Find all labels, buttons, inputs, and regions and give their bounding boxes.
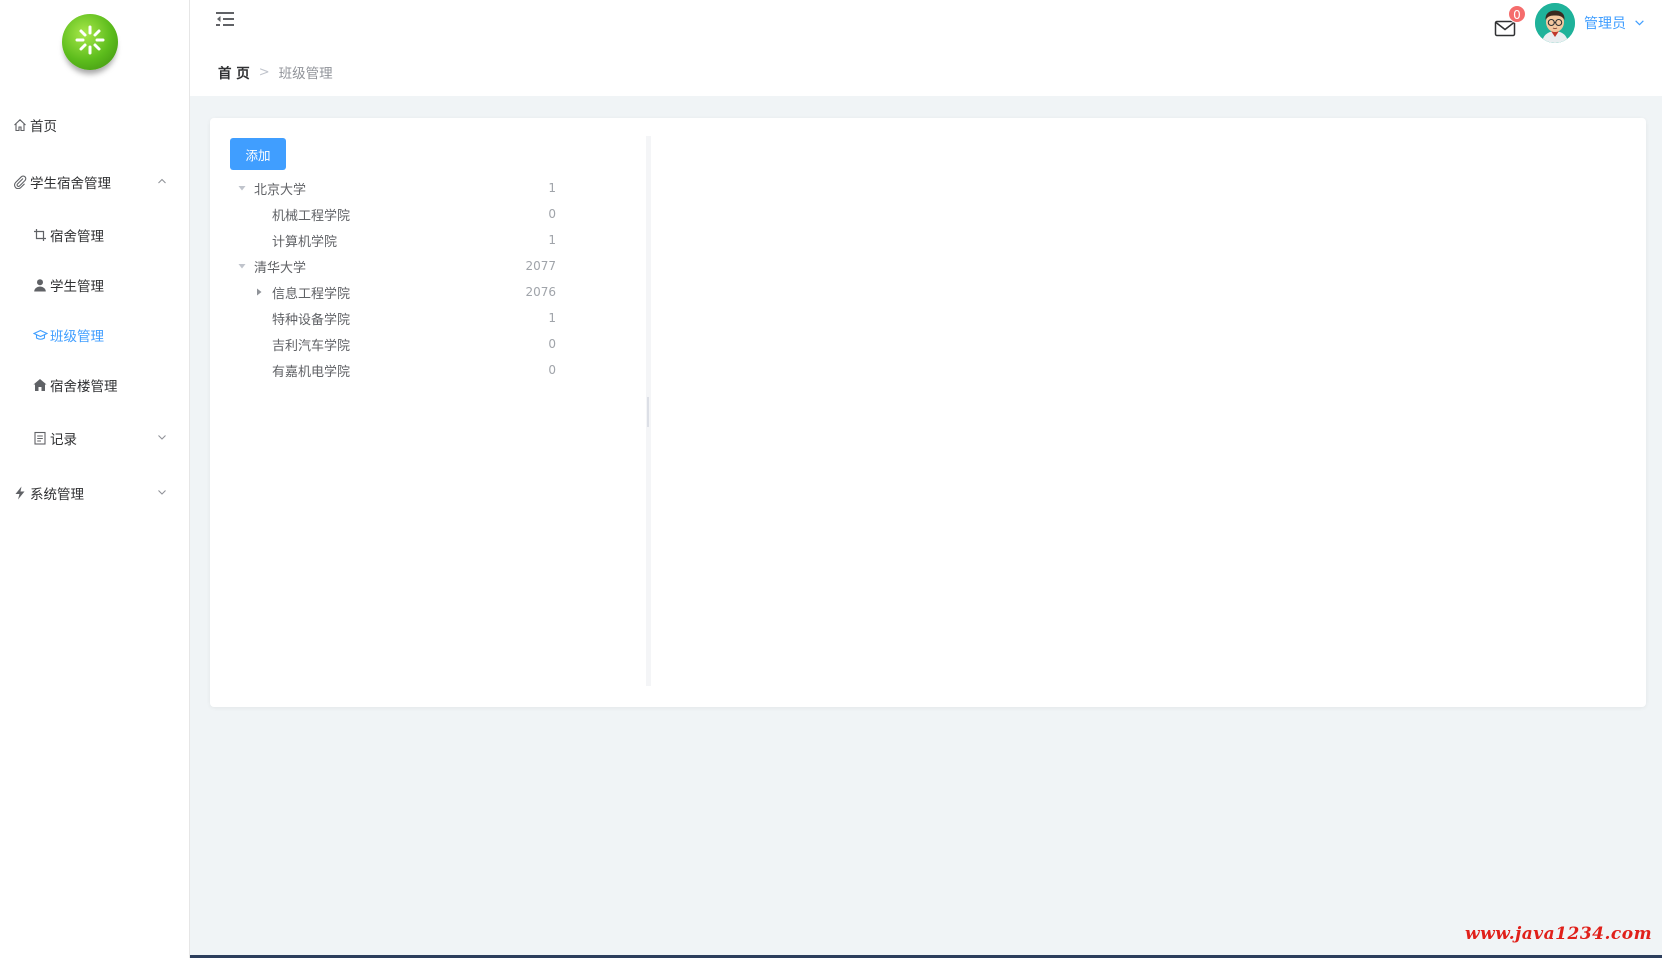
sidebar-item-label: 宿舍楼管理 [50, 379, 118, 395]
paperclip-icon [12, 174, 28, 190]
tree-node-count: 1 [548, 233, 556, 247]
sidebar-item-records[interactable]: 记录 [0, 418, 189, 458]
tree-node[interactable]: 信息工程学院 2076 [230, 279, 570, 305]
add-button[interactable]: 添加 [230, 138, 286, 170]
tree-node-label: 吉利汽车学院 [272, 338, 351, 354]
menu-toggle-icon[interactable] [214, 10, 236, 30]
tree-node-count: 2076 [525, 285, 556, 299]
house-icon [32, 377, 48, 393]
sidebar-item-system[interactable]: 系统管理 [0, 473, 189, 513]
tree-node-count: 1 [548, 311, 556, 325]
sidebar-item-class[interactable]: 班级管理 [0, 315, 189, 355]
sidebar-item-dorm-group[interactable]: 学生宿舍管理 [0, 162, 189, 202]
split-divider[interactable] [646, 136, 651, 686]
header: 首 页 > 班级管理 [190, 0, 1662, 96]
tree-node-label: 信息工程学院 [272, 286, 351, 302]
document-icon [32, 430, 48, 446]
tree-node[interactable]: 清华大学 2077 [230, 253, 570, 279]
avatar[interactable] [1535, 3, 1575, 43]
sidebar-item-label: 学生管理 [50, 279, 104, 295]
tree-node-label: 清华大学 [254, 260, 307, 276]
chevron-down-icon [157, 430, 167, 446]
home-icon [12, 117, 28, 133]
tree-node[interactable]: 机械工程学院 0 [230, 201, 570, 227]
sun-logo-icon [62, 14, 118, 70]
username[interactable]: 管理员 [1584, 13, 1626, 33]
sidebar-item-student[interactable]: 学生管理 [0, 265, 189, 305]
breadcrumb-current: 班级管理 [278, 66, 333, 82]
tree-node-count: 1 [548, 181, 556, 195]
tree-node[interactable]: 特种设备学院 1 [230, 305, 570, 331]
tree-node[interactable]: 计算机学院 1 [230, 227, 570, 253]
tree-node-label: 北京大学 [254, 182, 307, 198]
tree-node-count: 0 [548, 207, 556, 221]
lightning-icon [12, 485, 28, 501]
split-handle[interactable] [647, 397, 649, 427]
main-card: 添加 北京大学 1 机械工程学院 0 计算机学院 1 清华大学 2077 信息工… [210, 118, 1646, 707]
watermark: www.java1234.com [1465, 924, 1653, 944]
sidebar-item-building[interactable]: 宿舍楼管理 [0, 365, 189, 405]
sidebar-item-label: 系统管理 [30, 487, 84, 503]
sidebar-item-home[interactable]: 首页 [0, 105, 189, 145]
tree-node-count: 2077 [525, 259, 556, 273]
breadcrumb-separator-icon: > [258, 64, 270, 80]
graduation-icon [32, 327, 48, 343]
message-count-badge: 0 [1508, 5, 1526, 23]
sidebar-item-label: 学生宿舍管理 [30, 176, 111, 192]
user-icon [32, 277, 48, 293]
chevron-up-icon [157, 174, 167, 190]
tree-node-label: 计算机学院 [272, 234, 338, 250]
sidebar: 首页 学生宿舍管理 宿舍管理 学生管理 班级管理 宿舍楼管理 记录 系统管理 [0, 0, 190, 958]
tree-node-count: 0 [548, 337, 556, 351]
caret-right-icon[interactable] [254, 287, 264, 297]
caret-down-icon[interactable] [237, 261, 247, 271]
sidebar-item-label: 记录 [50, 432, 77, 448]
tree-node-label: 特种设备学院 [272, 312, 351, 328]
tree-node-count: 0 [548, 363, 556, 377]
caret-down-icon[interactable] [237, 183, 247, 193]
sidebar-item-label: 首页 [30, 119, 57, 135]
chevron-down-icon[interactable] [1634, 17, 1645, 32]
tree-node[interactable]: 有嘉机电学院 0 [230, 357, 570, 383]
sidebar-item-label: 宿舍管理 [50, 229, 104, 245]
breadcrumb: 首 页 > 班级管理 [218, 62, 333, 83]
sidebar-item-label: 班级管理 [50, 329, 104, 345]
tree-node-label: 有嘉机电学院 [272, 364, 351, 380]
tree-node-label: 机械工程学院 [272, 208, 351, 224]
sidebar-item-dorm[interactable]: 宿舍管理 [0, 215, 189, 255]
breadcrumb-home[interactable]: 首 页 [218, 62, 250, 82]
tree-node[interactable]: 北京大学 1 [230, 175, 570, 201]
crop-icon [32, 227, 48, 243]
class-tree: 北京大学 1 机械工程学院 0 计算机学院 1 清华大学 2077 信息工程学院… [230, 175, 570, 383]
tree-node[interactable]: 吉利汽车学院 0 [230, 331, 570, 357]
chevron-down-icon [157, 485, 167, 501]
